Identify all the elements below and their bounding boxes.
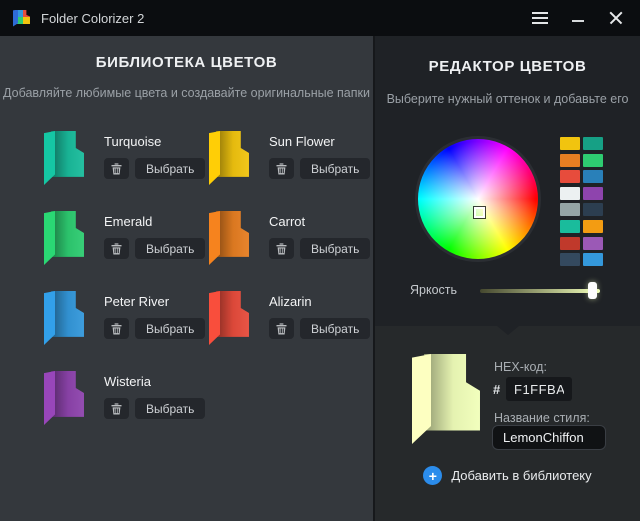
library-folder-icon (44, 131, 84, 185)
palette-swatch[interactable] (560, 137, 580, 150)
hex-prefix: # (493, 382, 500, 397)
delete-folder-button[interactable] (104, 158, 129, 179)
library-folder-icon (209, 291, 249, 345)
editor-bottom-section: HEX-код: # Название стиля: + Добавить в … (375, 326, 640, 521)
library-subtitle: Добавляйте любимые цвета и создавайте ор… (0, 86, 373, 100)
trash-icon (276, 243, 287, 255)
style-name-input[interactable] (492, 425, 606, 450)
library-item: Turquoise Выбрать (44, 131, 209, 211)
trash-icon (111, 323, 122, 335)
preview-folder (412, 354, 480, 444)
trash-icon (111, 243, 122, 255)
brightness-thumb[interactable] (588, 282, 597, 299)
library-item: Emerald Выбрать (44, 211, 209, 291)
palette-swatch[interactable] (560, 203, 580, 216)
palette-swatch[interactable] (560, 253, 580, 266)
delete-folder-button[interactable] (269, 238, 294, 259)
palette-swatch[interactable] (560, 220, 580, 233)
trash-icon (276, 163, 287, 175)
library-item: Wisteria Выбрать (44, 371, 209, 451)
select-button[interactable]: Выбрать (300, 158, 370, 179)
palette-swatch[interactable] (560, 187, 580, 200)
close-button[interactable] (602, 5, 630, 31)
select-button[interactable]: Выбрать (300, 318, 370, 339)
library-list: Turquoise Выбрать (44, 131, 374, 451)
close-icon (609, 11, 623, 25)
editor-panel: РЕДАКТОР ЦВЕТОВ Выберите нужный оттенок … (373, 36, 640, 521)
minimize-button[interactable] (564, 5, 592, 31)
trash-icon (111, 163, 122, 175)
library-item: Alizarin Выбрать (209, 291, 374, 371)
titlebar: Folder Colorizer 2 (0, 0, 640, 36)
palette-swatch[interactable] (583, 187, 603, 200)
select-button[interactable]: Выбрать (300, 238, 370, 259)
folder-name: Wisteria (104, 374, 205, 389)
library-folder-icon (44, 371, 84, 425)
window-title: Folder Colorizer 2 (41, 11, 144, 26)
select-button[interactable]: Выбрать (135, 318, 205, 339)
minimize-icon (572, 20, 584, 22)
palette-swatch[interactable] (560, 170, 580, 183)
folder-name: Carrot (269, 214, 370, 229)
app-logo-icon (13, 10, 30, 27)
add-to-library-label: Добавить в библиотеку (451, 468, 591, 483)
select-button[interactable]: Выбрать (135, 398, 205, 419)
folder-name: Emerald (104, 214, 205, 229)
palette-swatch[interactable] (583, 137, 603, 150)
library-folder-icon (44, 211, 84, 265)
palette-swatch[interactable] (583, 220, 603, 233)
delete-folder-button[interactable] (269, 318, 294, 339)
library-folder-icon (209, 211, 249, 265)
palette-swatch[interactable] (583, 170, 603, 183)
editor-subtitle: Выберите нужный оттенок и добавьте его (375, 92, 640, 106)
palette-swatch[interactable] (583, 253, 603, 266)
palette-swatch[interactable] (560, 237, 580, 250)
palette-swatch[interactable] (560, 154, 580, 167)
preview-folder-icon (412, 354, 480, 444)
library-folder-icon (44, 291, 84, 345)
library-folder-icon (209, 131, 249, 185)
library-item: Peter River Выбрать (44, 291, 209, 371)
library-item: Carrot Выбрать (209, 211, 374, 291)
library-title: БИБЛИОТЕКА ЦВЕТОВ (0, 54, 373, 71)
color-wheel-selector[interactable] (474, 207, 485, 218)
trash-icon (276, 323, 287, 335)
menu-button[interactable] (526, 5, 554, 31)
brightness-track[interactable] (480, 289, 600, 293)
folder-name: Peter River (104, 294, 205, 309)
plus-icon: + (423, 466, 442, 485)
library-item: Sun Flower Выбрать (209, 131, 374, 211)
hex-input[interactable] (506, 377, 572, 401)
editor-title: РЕДАКТОР ЦВЕТОВ (375, 58, 640, 75)
delete-folder-button[interactable] (104, 238, 129, 259)
folder-name: Alizarin (269, 294, 370, 309)
folder-name: Turquoise (104, 134, 205, 149)
palette-swatch[interactable] (583, 154, 603, 167)
palette-grid (560, 137, 603, 266)
window-controls (526, 5, 630, 31)
select-button[interactable]: Выбрать (135, 158, 205, 179)
palette-swatch[interactable] (583, 203, 603, 216)
add-to-library-button[interactable]: + Добавить в библиотеку (375, 466, 640, 485)
library-panel: БИБЛИОТЕКА ЦВЕТОВ Добавляйте любимые цве… (0, 36, 373, 521)
delete-folder-button[interactable] (104, 398, 129, 419)
hamburger-icon (532, 12, 548, 24)
color-wheel[interactable] (415, 136, 541, 262)
delete-folder-button[interactable] (104, 318, 129, 339)
delete-folder-button[interactable] (269, 158, 294, 179)
brightness-label: Яркость (410, 283, 457, 297)
palette-swatch[interactable] (583, 237, 603, 250)
style-name-label: Название стиля: (494, 411, 590, 425)
select-button[interactable]: Выбрать (135, 238, 205, 259)
hex-label: HEX-код: (494, 360, 547, 374)
trash-icon (111, 403, 122, 415)
folder-name: Sun Flower (269, 134, 370, 149)
